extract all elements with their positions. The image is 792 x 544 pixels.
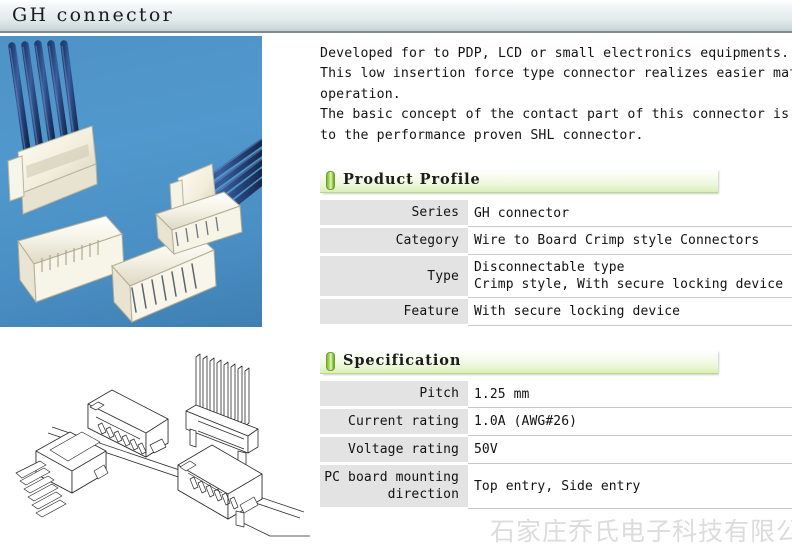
green-pill-icon: [326, 171, 335, 191]
page-title: GH connector: [12, 4, 174, 26]
row-value: 1.0A (AWG#26): [468, 407, 792, 437]
description-line: This low insertion force type connector …: [320, 66, 792, 82]
row-label: Type: [320, 254, 468, 300]
product-page: GH connector Developed for to PDP, LCD o…: [0, 0, 792, 544]
drawing-angled-socket: [87, 389, 169, 458]
company-watermark: 石家庄乔氏电子科技有限公司: [490, 517, 792, 544]
row-value: 50V: [468, 435, 792, 465]
table-row: Pitch 1.25 mm: [320, 381, 792, 410]
product-profile-header: Product Profile: [320, 168, 718, 194]
table-row: Feature With secure locking device: [320, 297, 792, 328]
table-row: Voltage rating 50V: [320, 435, 792, 466]
table-row: Category Wire to Board Crimp style Conne…: [320, 226, 792, 257]
row-label: Current rating: [320, 407, 468, 438]
row-label: Voltage rating: [320, 435, 468, 466]
row-value: Top entry, Side entry: [468, 463, 792, 510]
row-label: PC board mounting direction: [320, 463, 468, 511]
product-description: Developed for to PDP, LCD or small elect…: [320, 44, 792, 146]
row-value: 1.25 mm: [468, 381, 792, 409]
drawing-bottom-socket: [177, 444, 263, 528]
specification-header: Specification: [320, 349, 718, 375]
table-row: Type Disconnectable type Crimp style, Wi…: [320, 254, 792, 300]
product-photo: [0, 36, 262, 327]
green-pill-icon: [326, 352, 335, 372]
technical-drawing: [0, 333, 310, 544]
row-value: Wire to Board Crimp style Connectors: [468, 226, 792, 256]
table-row: Series GH connector: [320, 200, 792, 229]
row-value: With secure locking device: [468, 297, 792, 327]
description-line: to the performance proven SHL connector.: [320, 127, 644, 143]
row-value: Disconnectable type Crimp style, With se…: [468, 254, 792, 299]
table-row: PC board mounting direction Top entry, S…: [320, 463, 792, 511]
row-value: GH connector: [468, 200, 792, 228]
description-line: operation.: [320, 86, 401, 102]
specification-table: Pitch 1.25 mm Current rating 1.0A (AWG#2…: [320, 381, 792, 511]
title-bar: GH connector: [0, 0, 792, 33]
row-label: Feature: [320, 297, 468, 328]
row-label: Category: [320, 226, 468, 257]
connector-header-bottom-left: [17, 215, 125, 304]
drawing-crimp-housing: [15, 431, 109, 518]
row-label: Pitch: [320, 381, 468, 410]
description-line: The basic concept of the contact part of…: [320, 107, 790, 123]
connector-header-right: [155, 191, 243, 256]
section-title: Product Profile: [343, 171, 481, 189]
table-row: Current rating 1.0A (AWG#26): [320, 407, 792, 438]
content-column: Developed for to PDP, LCD or small elect…: [320, 44, 792, 511]
row-label: Series: [320, 200, 468, 229]
description-line: Developed for to PDP, LCD or small elect…: [320, 46, 790, 61]
product-profile-table: Series GH connector Category Wire to Boa…: [320, 200, 792, 328]
connector-header-bottom-center: [111, 233, 217, 324]
section-title: Specification: [343, 352, 462, 370]
